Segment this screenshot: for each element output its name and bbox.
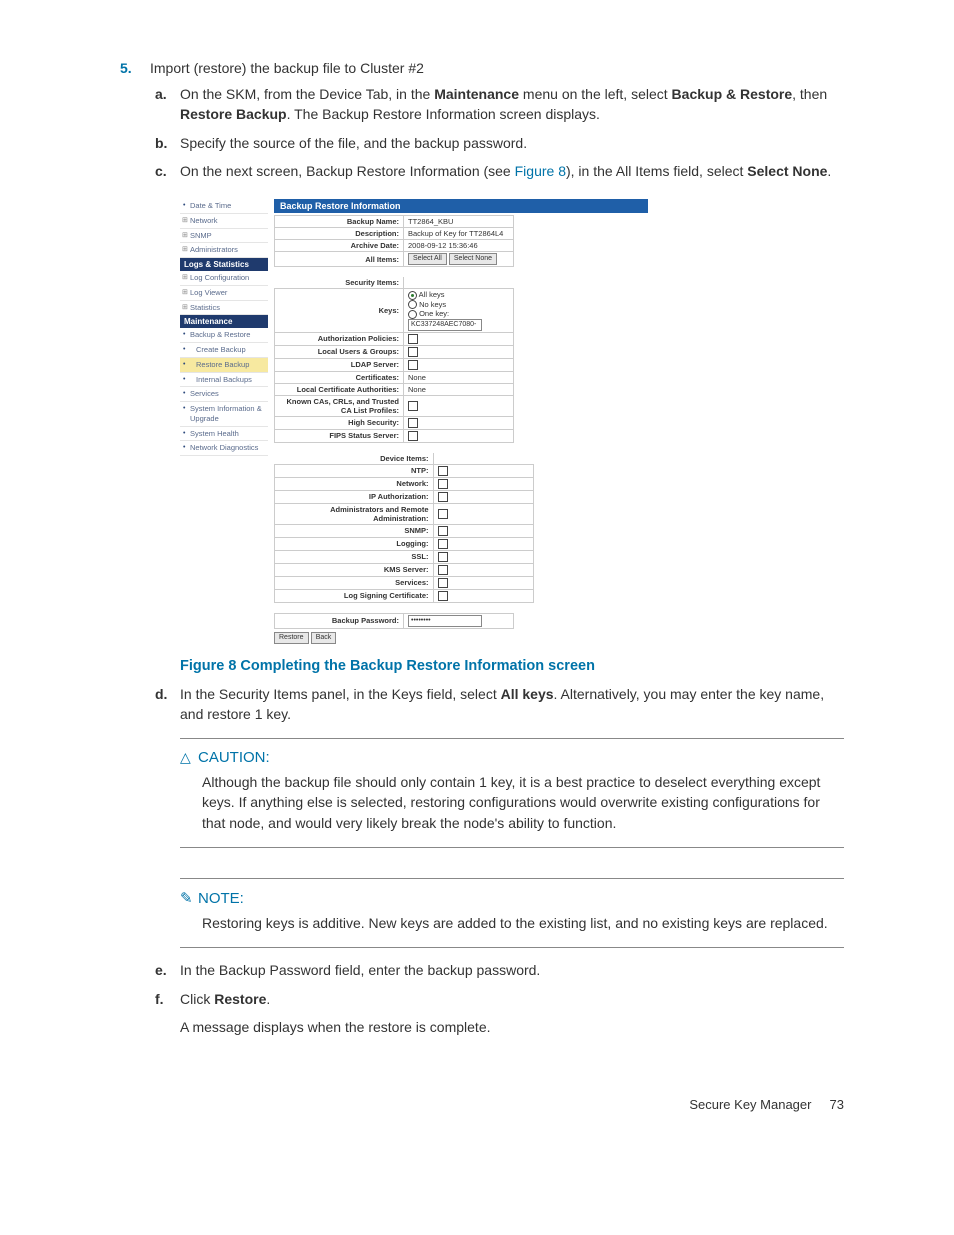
step-5c: c. On the next screen, Backup Restore In… <box>180 161 844 181</box>
step-5a: a. On the SKM, from the Device Tab, in t… <box>180 84 844 125</box>
note-heading: ✎NOTE: <box>180 889 844 907</box>
nav-sidebar: •Date & Time ⊞Network ⊞SNMP ⊞Administrat… <box>180 199 268 643</box>
back-button[interactable]: Back <box>311 632 337 644</box>
keys-none-radio[interactable] <box>408 300 417 309</box>
caution-body: Although the backup file should only con… <box>202 772 844 833</box>
device-items-table: Device Items: NTP: Network: IP Authoriza… <box>274 453 534 603</box>
keys-all-radio[interactable] <box>408 291 417 300</box>
security-items-table: Security Items: Keys: All keys No keys O… <box>274 277 514 443</box>
backup-password-input[interactable]: •••••••• <box>408 615 482 627</box>
one-key-input[interactable]: KC337248AEC7080- <box>408 319 482 331</box>
panel-title: Backup Restore Information <box>274 199 648 213</box>
step-5f: f. Click Restore. A message displays whe… <box>180 989 844 1038</box>
top-info-table: Backup Name:TT2864_KBU Description:Backu… <box>274 215 514 267</box>
keys-one-radio[interactable] <box>408 310 417 319</box>
select-none-button[interactable]: Select None <box>449 253 497 265</box>
figure-8-screenshot: •Date & Time ⊞Network ⊞SNMP ⊞Administrat… <box>180 199 648 643</box>
select-all-button[interactable]: Select All <box>408 253 447 265</box>
figure-8-link[interactable]: Figure 8 <box>515 163 566 179</box>
step-5e: e. In the Backup Password field, enter t… <box>180 960 844 980</box>
step-5-text: Import (restore) the backup file to Clus… <box>150 60 424 76</box>
step-5: Import (restore) the backup file to Clus… <box>150 60 844 1037</box>
restore-button[interactable]: Restore <box>274 632 309 644</box>
caution-heading: △CAUTION: <box>180 749 844 766</box>
note-icon: ✎ <box>180 889 198 907</box>
caution-icon: △ <box>180 749 198 766</box>
page-footer: Secure Key Manager 73 <box>110 1097 844 1112</box>
step-5d: d. In the Security Items panel, in the K… <box>180 684 844 725</box>
nav-restore-backup[interactable]: •Restore Backup <box>180 358 268 373</box>
note-body: Restoring keys is additive. New keys are… <box>202 913 844 933</box>
step-5b: b. Specify the source of the file, and t… <box>180 133 844 153</box>
figure-8-caption: Figure 8 Completing the Backup Restore I… <box>180 658 844 674</box>
